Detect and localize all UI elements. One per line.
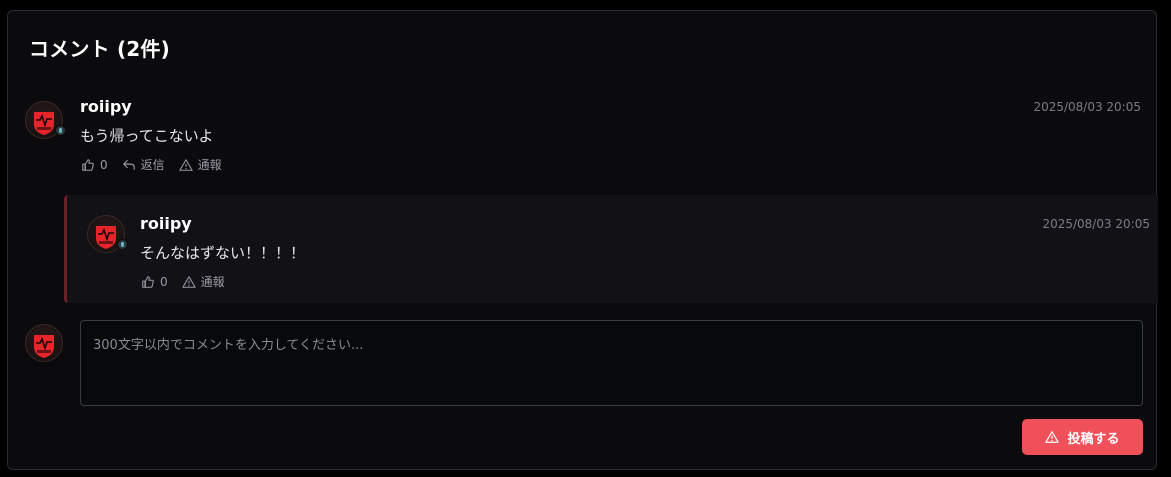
comments-title: コメント (2件) xyxy=(29,37,170,61)
reply-label: 返信 xyxy=(140,158,165,172)
submit-comment-button[interactable]: 投稿する xyxy=(1022,419,1143,455)
mic-badge-icon xyxy=(55,125,66,136)
thumbs-up-icon xyxy=(142,275,154,288)
warning-triangle-icon xyxy=(1045,431,1060,443)
reply-author[interactable]: roiipy xyxy=(140,214,192,233)
warning-triangle-icon xyxy=(181,275,196,288)
comment-timestamp: 2025/08/03 20:05 xyxy=(1033,100,1141,114)
like-count: 0 xyxy=(100,157,108,172)
comments-panel: コメント (2件) roiipy 2025/08/03 20:05 もう帰ってこ… xyxy=(7,10,1158,470)
current-user-avatar xyxy=(25,324,63,362)
like-button[interactable]: 0 xyxy=(141,275,168,289)
comment-author[interactable]: roiipy xyxy=(80,97,132,116)
comment-input[interactable] xyxy=(80,320,1143,406)
reply-arrow-icon xyxy=(122,159,135,170)
avatar-image xyxy=(34,335,54,358)
submit-label: 投稿する xyxy=(1067,431,1120,447)
reply-text: そんなはずない！！！！ xyxy=(140,244,306,262)
warning-triangle-icon xyxy=(179,158,193,171)
comment-actions: 0 返信 通報 xyxy=(81,156,236,173)
thumbs-up-icon xyxy=(82,158,94,171)
avatar[interactable] xyxy=(87,215,128,253)
report-label: 通報 xyxy=(200,275,225,289)
comment-text: もう帰ってこないよ xyxy=(80,127,214,145)
avatar[interactable] xyxy=(25,101,66,139)
report-button[interactable]: 通報 xyxy=(179,156,222,173)
report-button[interactable]: 通報 xyxy=(181,273,225,290)
reply-button[interactable]: 返信 xyxy=(122,156,165,173)
reply-actions: 0 通報 xyxy=(141,273,239,290)
reply-item: roiipy 2025/08/03 20:05 そんなはずない！！！！ 0 通報 xyxy=(64,195,1158,303)
mic-badge-icon xyxy=(117,239,128,250)
reply-timestamp: 2025/08/03 20:05 xyxy=(1042,217,1150,231)
like-button[interactable]: 0 xyxy=(81,158,108,172)
report-label: 通報 xyxy=(197,158,222,172)
like-count: 0 xyxy=(160,274,168,289)
